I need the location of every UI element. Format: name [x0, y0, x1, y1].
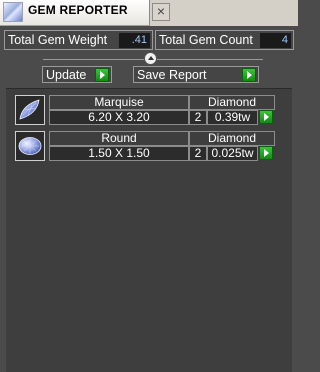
window-title: GEM REPORTER [28, 3, 128, 17]
close-button[interactable]: × [152, 3, 170, 21]
save-report-label: Save Report [137, 68, 207, 82]
gem-weight: 0.39tw [207, 110, 258, 125]
gem-count: 2 [189, 110, 207, 125]
total-gem-weight-value: .41 [119, 33, 150, 48]
play-icon[interactable] [259, 146, 273, 160]
play-icon[interactable] [259, 110, 273, 124]
gem-count: 2 [189, 146, 207, 161]
play-icon[interactable] [242, 68, 256, 82]
marquise-gem-icon [15, 95, 45, 125]
save-report-button[interactable]: Save Report [133, 66, 259, 83]
gem-list-item[interactable]: Marquise Diamond 6.20 X 3.20 2 0.39tw [15, 95, 275, 125]
gem-list: Marquise Diamond 6.20 X 3.20 2 0.39tw Ro… [6, 88, 292, 372]
total-gem-count-label: Total Gem Count [159, 33, 253, 47]
gem-type: Diamond [189, 131, 275, 146]
title-bar: GEM REPORTER × [0, 0, 298, 26]
gem-type: Diamond [189, 95, 275, 110]
round-gem-icon [15, 131, 45, 161]
update-label: Update [46, 68, 87, 82]
gem-size: 6.20 X 3.20 [49, 110, 189, 125]
gem-list-item[interactable]: Round Diamond 1.50 X 1.50 2 0.025tw [15, 131, 275, 161]
total-gem-weight-box: Total Gem Weight .41 [4, 30, 153, 50]
play-icon[interactable] [95, 68, 109, 82]
total-gem-weight-label: Total Gem Weight [8, 33, 108, 47]
gem-shape: Marquise [49, 95, 189, 110]
window-tab[interactable]: GEM REPORTER [0, 0, 150, 26]
gem-weight: 0.025tw [207, 146, 258, 161]
gem-size: 1.50 X 1.50 [49, 146, 189, 161]
gem-reporter-icon [3, 2, 23, 22]
update-button[interactable]: Update [42, 66, 112, 83]
total-gem-count-box: Total Gem Count 4 [155, 30, 294, 50]
gem-shape: Round [49, 131, 189, 146]
collapse-icon[interactable] [144, 52, 157, 65]
total-gem-count-value: 4 [260, 33, 291, 48]
